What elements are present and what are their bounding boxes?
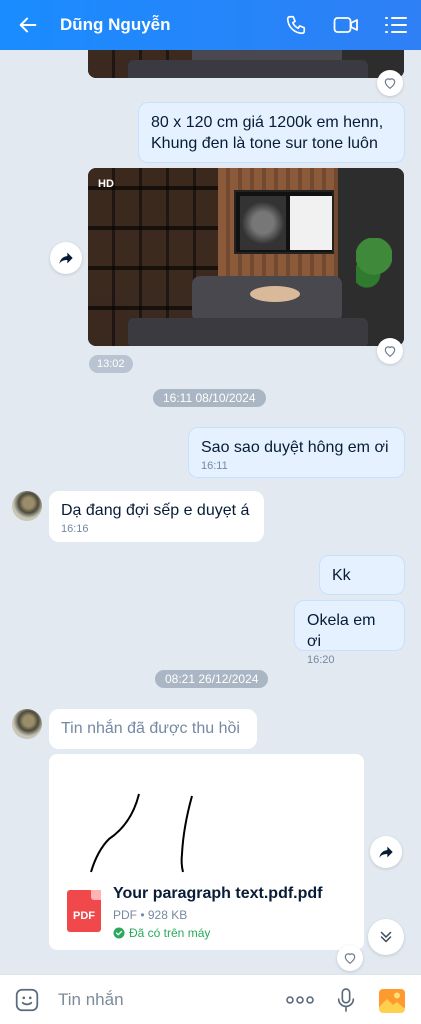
my-message[interactable]: Okela em ơi 16:20: [294, 600, 405, 666]
scroll-down-icon: [380, 931, 392, 943]
forward-button[interactable]: [370, 836, 402, 868]
check-circle-icon: [113, 927, 125, 939]
back-arrow-icon: [19, 17, 37, 33]
recalled-message[interactable]: Tin nhắn đã được thu hồi: [49, 709, 257, 749]
file-meta: PDF • 928 KB: [113, 908, 188, 922]
message-text: Dạ đang đợi sếp e duyẹt á: [61, 502, 250, 519]
my-message[interactable]: Kk: [319, 555, 405, 595]
heart-icon: [384, 78, 396, 89]
video-call-icon: [333, 17, 358, 33]
heart-icon: [384, 346, 396, 357]
file-status-text: Đã có trên máy: [129, 926, 211, 940]
file-name: Your paragraph text.pdf.pdf: [113, 885, 323, 902]
call-button[interactable]: [271, 0, 321, 50]
back-button[interactable]: [8, 0, 48, 50]
avatar[interactable]: [12, 491, 42, 521]
sticker-icon: [15, 988, 39, 1011]
forward-icon: [379, 846, 393, 858]
message-input[interactable]: Tin nhắn: [58, 990, 277, 1010]
avatar[interactable]: [12, 709, 42, 739]
scroll-down-button[interactable]: [368, 919, 404, 955]
chat-header: Dũng Nguyễn: [0, 0, 421, 50]
shared-photo[interactable]: HD: [88, 168, 404, 346]
more-icon: [286, 995, 314, 1004]
message-time: 16:16: [61, 523, 89, 535]
message-time: 16:11: [201, 460, 228, 472]
their-message[interactable]: Dạ đang đợi sếp e duyẹt á 16:16: [49, 491, 264, 542]
file-preview: [90, 793, 193, 873]
previous-photo[interactable]: [88, 50, 404, 78]
react-button[interactable]: [377, 338, 403, 364]
message-text: Tin nhắn đã được thu hồi: [61, 720, 240, 737]
file-status: Đã có trên máy: [113, 926, 210, 940]
my-message[interactable]: Sao sao duyệt hông em ơi 16:11: [188, 427, 405, 478]
photo-time: 13:02: [89, 355, 133, 373]
file-message[interactable]: PDF Your paragraph text.pdf.pdf PDF • 92…: [49, 754, 364, 950]
phone-icon: [286, 15, 306, 35]
date-separator: 08:21 26/12/2024: [155, 670, 269, 688]
sticker-button[interactable]: [4, 975, 50, 1024]
voice-button[interactable]: [323, 975, 369, 1024]
date-separator: 16:11 08/10/2024: [153, 389, 266, 407]
options-button[interactable]: [371, 0, 421, 50]
message-text: 80 x 120 cm giá 1200k em henn,: [151, 114, 384, 131]
message-list[interactable]: 80 x 120 cm giá 1200k em henn, Khung đen…: [0, 50, 421, 974]
my-message[interactable]: 80 x 120 cm giá 1200k em henn, Khung đen…: [138, 102, 405, 163]
microphone-icon: [337, 987, 355, 1012]
image-button[interactable]: [369, 975, 415, 1024]
composer: Tin nhắn: [0, 974, 421, 1024]
forward-icon: [59, 252, 73, 264]
react-button[interactable]: [377, 70, 403, 96]
forward-button[interactable]: [50, 242, 82, 274]
message-text: Okela em ơi: [307, 612, 376, 650]
video-call-button[interactable]: [321, 0, 371, 50]
image-icon: [379, 988, 405, 1013]
more-button[interactable]: [277, 975, 323, 1024]
hd-badge: HD: [98, 178, 114, 190]
contact-name[interactable]: Dũng Nguyễn: [60, 15, 271, 35]
heart-icon: [344, 953, 356, 964]
menu-list-icon: [385, 17, 407, 33]
react-button[interactable]: [337, 945, 363, 971]
message-text: Kk: [332, 567, 351, 584]
message-text: Sao sao duyệt hông em ơi: [201, 439, 389, 456]
message-time: 16:20: [307, 654, 335, 666]
pdf-icon: PDF: [67, 890, 101, 932]
message-text: Khung đen là tone sur tone luôn: [151, 135, 378, 152]
